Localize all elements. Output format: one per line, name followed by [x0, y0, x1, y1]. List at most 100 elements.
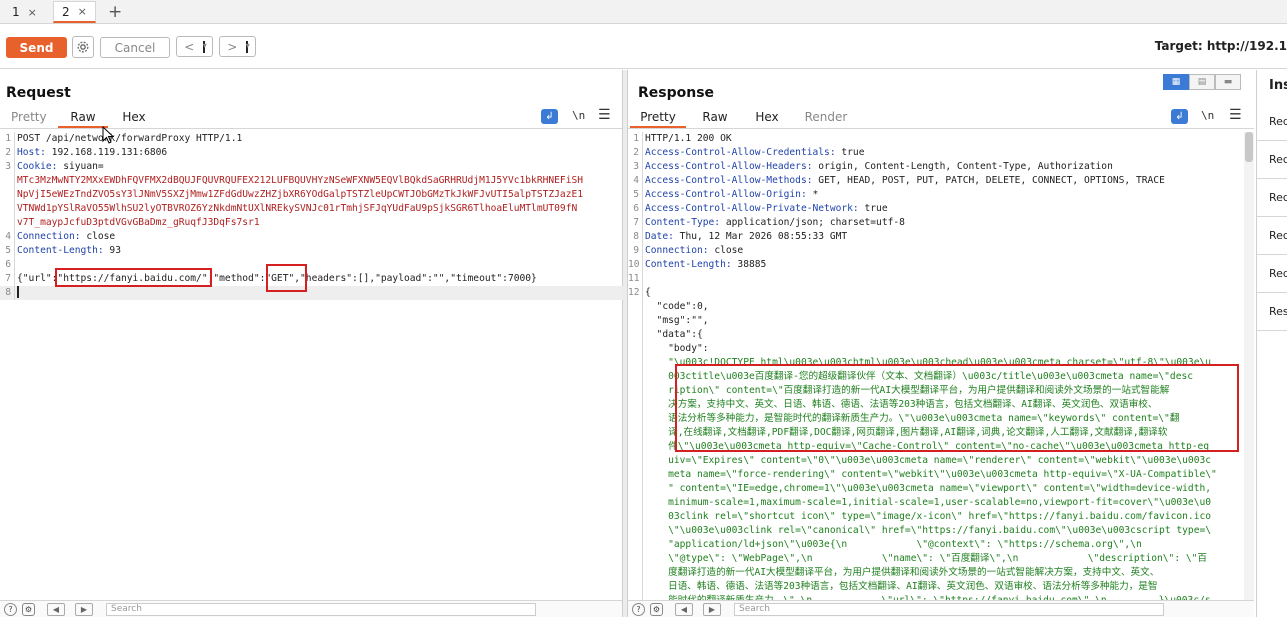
- header-name: Connection:: [645, 245, 709, 256]
- tab-hex[interactable]: Hex: [118, 110, 150, 128]
- target-label[interactable]: Target: http://192.1: [1155, 39, 1287, 53]
- code-text: Content-Type: application/json; charset=…: [645, 216, 905, 230]
- scrollbar-thumb[interactable]: [1245, 132, 1253, 162]
- line-number: [628, 426, 642, 440]
- code-line: 003ctitle\u003e百度翻译-您的超级翻译伙伴（文本、文档翻译）\u0…: [628, 370, 1255, 384]
- menu-icon[interactable]: ☰: [598, 107, 611, 123]
- inspector-item[interactable]: Res: [1257, 293, 1287, 331]
- code-line: 6 Access-Control-Allow-Private-Network: t…: [628, 202, 1255, 216]
- request-editor[interactable]: 1 POST /api/network/forwardProxy HTTP/1.1…: [0, 132, 623, 602]
- mouse-cursor-icon: [102, 126, 114, 144]
- code-line: " content=\"IE=edge,chrome=1\"\u003e\u00…: [628, 482, 1255, 496]
- code-line: "\u003c!DOCTYPE html\u003e\u003chtml\u00…: [628, 356, 1255, 370]
- send-button[interactable]: Send: [6, 37, 67, 58]
- code-line: NpVjI5eWEzTndZVO5sY3lJNmV5SXZjMmw1ZFdGdU…: [0, 188, 623, 202]
- layout-stacked-icon[interactable]: ▤: [1189, 74, 1215, 90]
- header-value: true: [858, 203, 888, 214]
- prev-match-button[interactable]: ◀: [675, 603, 693, 616]
- header-value: Thu, 12 Mar 2026 08:55:33 GMT: [673, 231, 848, 242]
- code-text: 03clink rel=\"shortcut icon\" type=\"ima…: [645, 510, 1211, 524]
- code-text: v7T_maypJcfuD3ptdVGvGBaDmz_gRuqfJ3DqFs7s…: [17, 216, 260, 230]
- word-wrap-icon[interactable]: ↲: [541, 109, 558, 124]
- code-text: "code":0,: [645, 300, 709, 314]
- toolbar: Send Cancel < ▾ > ▾ Target: http://192.1: [0, 24, 1287, 69]
- line-number: 3: [633, 161, 639, 172]
- word-wrap-icon[interactable]: ↲: [1171, 109, 1188, 124]
- help-icon[interactable]: ?: [632, 603, 645, 616]
- line-number: 2: [633, 147, 639, 158]
- inspector-item[interactable]: Req: [1257, 217, 1287, 255]
- code-line: VTNWd1pYSlRaVO55WlhSU2lyOTBVROZ6YzNkdmNt…: [0, 202, 623, 216]
- add-tab-button[interactable]: +: [108, 2, 122, 22]
- chevron-down-icon[interactable]: ▾: [245, 40, 250, 53]
- line-number: 8: [5, 287, 11, 298]
- layout-toggle: ▦ ▤ ▬: [1163, 74, 1241, 90]
- close-icon[interactable]: ×: [28, 6, 37, 19]
- request-subtabs: Pretty Raw Hex: [0, 110, 622, 128]
- inspector-item[interactable]: Req: [1257, 103, 1287, 141]
- tab-label: 1: [12, 5, 20, 19]
- inspector-item[interactable]: Req: [1257, 179, 1287, 217]
- tab-hex[interactable]: Hex: [752, 110, 782, 128]
- tab-pretty[interactable]: Pretty: [11, 110, 47, 128]
- line-number: [0, 174, 14, 188]
- next-match-button[interactable]: ▶: [703, 603, 721, 616]
- header-value: close: [708, 245, 744, 256]
- code-line: 决方案，支持中文、英文、日语、韩语、德语、法语等203种语言，包括文档翻译、AI…: [628, 398, 1255, 412]
- tab-2[interactable]: 2 ×: [53, 1, 96, 23]
- line-number: [628, 524, 642, 538]
- next-match-button[interactable]: ▶: [75, 603, 93, 616]
- header-value: GET, HEAD, POST, PUT, PATCH, DELETE, CON…: [812, 175, 1165, 186]
- tab-raw[interactable]: Raw: [700, 110, 730, 128]
- response-editor[interactable]: 1 HTTP/1.1 200 OK 2 Access-Control-Allow-Cr…: [628, 132, 1255, 608]
- code-text: \"\u003e\u003clink rel=\"canonical\" hre…: [645, 524, 1211, 538]
- header-value: MTc3MzMwNTY2MXxEWDhFQVFMX2dBQUJFQUVRQUFE…: [17, 175, 584, 186]
- settings-button[interactable]: [72, 36, 94, 58]
- chevron-down-icon[interactable]: ▾: [202, 40, 207, 53]
- response-title: Response: [638, 85, 715, 101]
- header-name: Content-Length:: [17, 245, 104, 256]
- close-icon[interactable]: ×: [78, 5, 87, 18]
- forward-button[interactable]: > ▾: [219, 36, 256, 57]
- tab-pretty[interactable]: Pretty: [630, 110, 686, 128]
- json-string: uiv=\"Expires\" content=\"0\"\u003e\u003…: [645, 455, 1212, 466]
- prev-match-button[interactable]: ◀: [47, 603, 65, 616]
- cancel-button[interactable]: Cancel: [100, 37, 170, 58]
- search-input[interactable]: Search: [734, 603, 1164, 616]
- newline-toggle[interactable]: \n: [1201, 109, 1214, 122]
- line-number: 6: [5, 259, 11, 270]
- divider: [0, 128, 622, 129]
- scrollbar[interactable]: [1244, 132, 1254, 602]
- header-value: *: [806, 189, 819, 200]
- help-icon[interactable]: ?: [4, 603, 17, 616]
- gear-icon[interactable]: ⚙: [650, 603, 663, 616]
- code-line: "code":0,: [628, 300, 1255, 314]
- header-name: Content-Type:: [645, 217, 721, 228]
- tab-1[interactable]: 1 ×: [4, 1, 45, 23]
- line-number: 4: [5, 231, 11, 242]
- header-value: application/json; charset=utf-8: [720, 217, 905, 228]
- tab-raw[interactable]: Raw: [58, 110, 108, 128]
- code-line: v7T_maypJcfuD3ptdVGvGBaDmz_gRuqfJ3DqFs7s…: [0, 216, 623, 230]
- code-text: 语法分析等多种能力，是智能时代的翻译新质生产力。\"\u003e\u003cme…: [645, 412, 1179, 426]
- tab-render[interactable]: Render: [804, 110, 848, 128]
- header-value: true: [835, 147, 865, 158]
- layout-side-by-side-icon[interactable]: ▦: [1163, 74, 1189, 90]
- newline-toggle[interactable]: \n: [572, 109, 585, 122]
- line-number: 10: [628, 259, 640, 270]
- inspector-item[interactable]: Req: [1257, 141, 1287, 179]
- menu-icon[interactable]: ☰: [1229, 107, 1242, 123]
- back-button[interactable]: < ▾: [176, 36, 213, 57]
- line-number: 1: [633, 133, 639, 144]
- code-line: 4 Connection: close: [0, 230, 623, 244]
- request-title: Request: [6, 85, 71, 101]
- search-input[interactable]: Search: [106, 603, 536, 616]
- code-content: {"url":"https://fanyi.baidu.com/","metho…: [17, 273, 537, 284]
- inspector-item[interactable]: Req: [1257, 255, 1287, 293]
- gear-icon[interactable]: ⚙: [22, 603, 35, 616]
- code-text: POST /api/network/forwardProxy HTTP/1.1: [17, 132, 242, 146]
- code-line: 1 POST /api/network/forwardProxy HTTP/1.1: [0, 132, 623, 146]
- layout-tabs-icon[interactable]: ▬: [1215, 74, 1241, 90]
- line-number: [628, 552, 642, 566]
- code-content: "code":0,: [645, 301, 709, 312]
